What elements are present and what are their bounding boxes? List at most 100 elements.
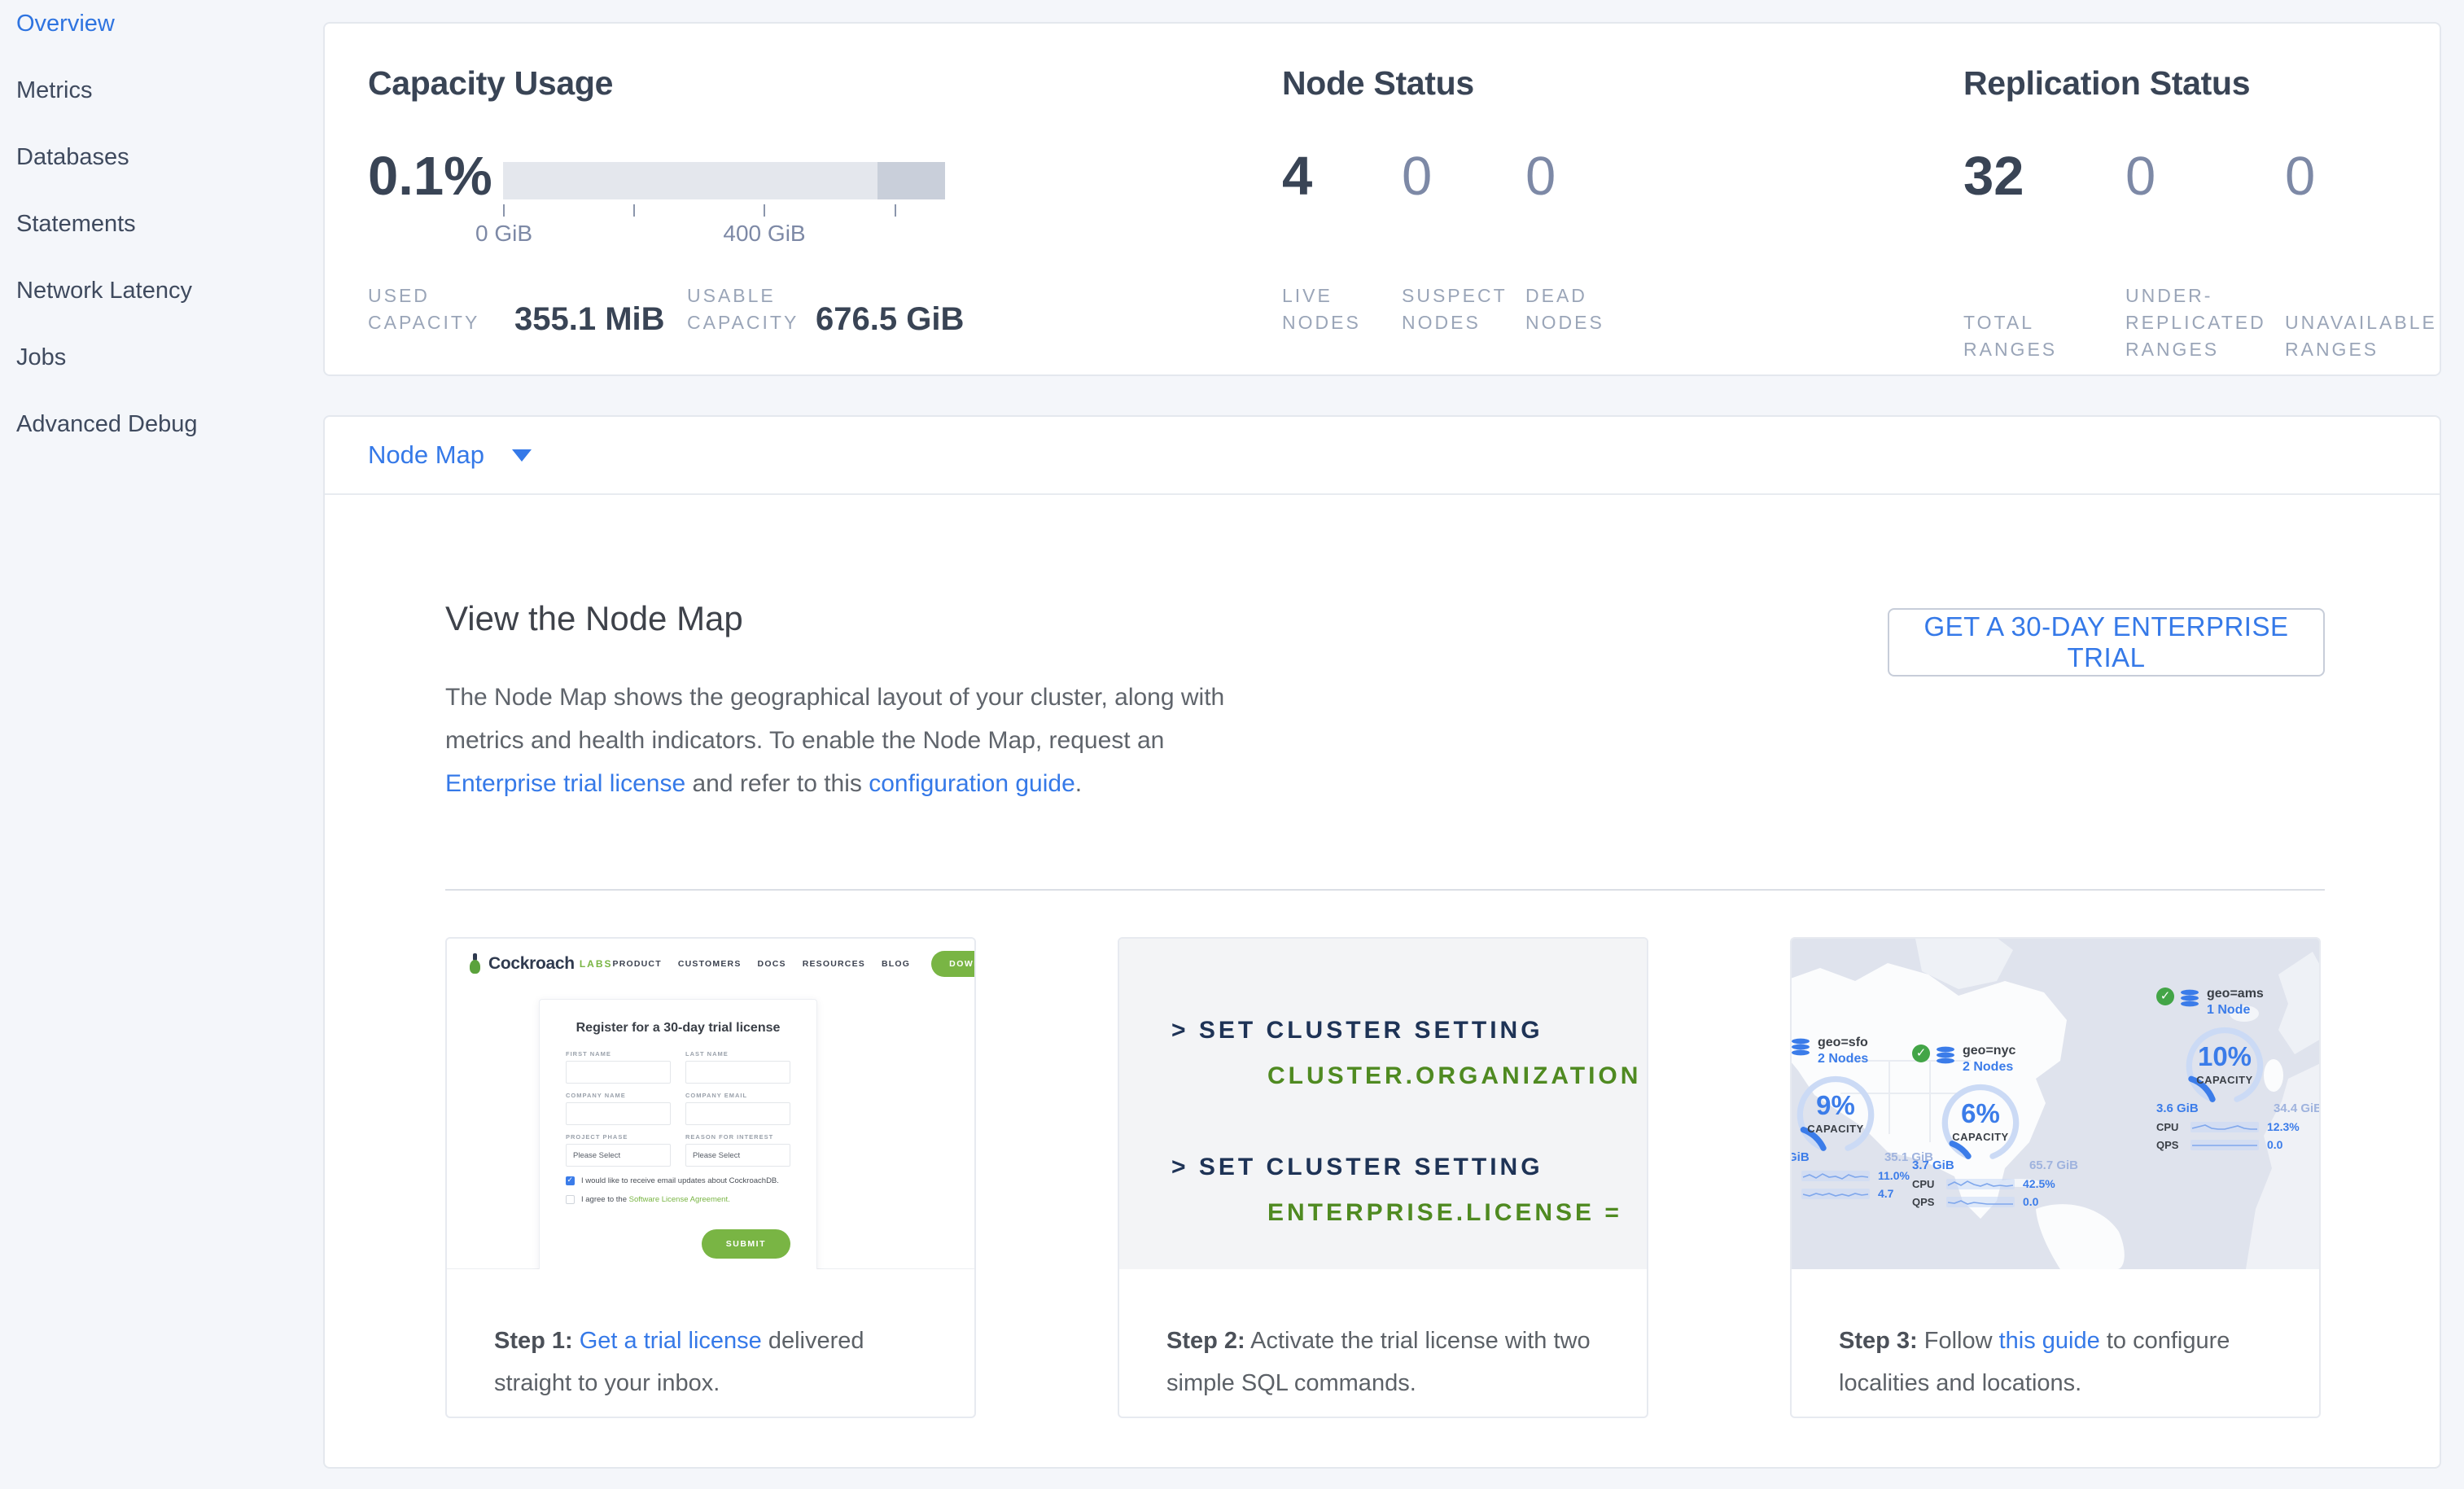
qps-label: QPS	[1912, 1196, 1946, 1208]
cpu-value: 12.3%	[2267, 1120, 2300, 1133]
node-map-panel: Node Map View the Node Map The Node Map …	[323, 415, 2441, 1469]
node-marker-ams: ✓ geo=ams 1 Node	[2156, 986, 2319, 1151]
page-title: View the Node Map	[445, 599, 743, 638]
description-text: The Node Map shows the geographical layo…	[445, 684, 1224, 754]
step2-caption: Step 2: Activate the trial license with …	[1119, 1269, 1647, 1404]
qps-value: 0.0	[2023, 1195, 2038, 1208]
enterprise-trial-license-link[interactable]: Enterprise trial license	[445, 770, 685, 797]
sidebar-item-statements[interactable]: Statements	[16, 212, 322, 236]
locality-name: geo=ams	[2207, 986, 2264, 1002]
capacity-percent: 0.1%	[368, 147, 492, 206]
sql-set-cluster-setting-1: > SET CLUSTER SETTING	[1171, 1017, 1647, 1044]
step1-text	[573, 1328, 580, 1354]
used-capacity-value: 355.1 MiB	[514, 302, 687, 336]
capacity-axis-ticks	[503, 204, 945, 217]
node-marker-nyc: ✓ geo=nyc 2 Nodes	[1912, 1043, 2107, 1208]
qps-sparkline	[2190, 1139, 2259, 1151]
dead-nodes-label: DEAD NODES	[1525, 282, 1631, 336]
sidebar-item-advanced-debug[interactable]: Advanced Debug	[16, 412, 322, 436]
step1-screenshot: Cockroach LABS PRODUCT CUSTOMERS DOCS RE…	[447, 939, 974, 1269]
step3-map-preview: ✓ geo=sfo 2 Nodes	[1792, 939, 2319, 1269]
sidebar-item-overview[interactable]: Overview	[16, 11, 322, 36]
usable-capacity-label: USABLE CAPACITY	[687, 282, 816, 336]
mini-download-button: DOWNLOAD	[931, 951, 974, 977]
unavailable-ranges-value: 0	[2285, 147, 2315, 206]
chevron-down-icon	[512, 449, 532, 462]
capacity-label: CAPACITY	[1927, 1131, 2034, 1143]
cpu-label: CPU	[1912, 1178, 1946, 1190]
view-selector-dropdown[interactable]: Node Map	[325, 417, 2440, 495]
qps-value: 4.7	[1878, 1187, 1893, 1200]
qps-sparkline	[1801, 1188, 1870, 1200]
step3-label: Step 3:	[1839, 1328, 1918, 1354]
cpu-value: 42.5%	[2023, 1177, 2055, 1190]
usable-capacity-value: 676.5 GiB	[816, 302, 964, 336]
node-count: 1 Node	[2207, 1002, 2264, 1018]
qps-label: QPS	[2156, 1139, 2190, 1151]
capacity-total: 65.7 GiB	[2029, 1158, 2078, 1172]
sidebar-item-network-latency[interactable]: Network Latency	[16, 278, 322, 303]
mini-nav-resources: RESOURCES	[803, 959, 865, 969]
capacity-bar-track	[503, 162, 945, 199]
cpu-value: 11.0%	[1878, 1169, 1910, 1182]
capacity-percent: 9%	[1792, 1090, 1889, 1121]
mini-project-phase-label: PROJECT PHASE	[566, 1133, 671, 1141]
cluster-overview-card: Capacity Usage 0.1% 0 GiB 400 GiB USED C…	[323, 22, 2441, 376]
mini-company-name-label: COMPANY NAME	[566, 1092, 671, 1099]
locality-name: geo=nyc	[1963, 1043, 2015, 1059]
configuration-guide-link[interactable]: configuration guide	[869, 770, 1075, 797]
mini-submit-button: SUBMIT	[702, 1229, 790, 1259]
cockroach-labs-logo: Cockroach LABS	[468, 953, 613, 974]
sql-cluster-organization: CLUSTER.ORGANIZATION =	[1267, 1062, 1647, 1090]
used-capacity-label: USED CAPACITY	[368, 282, 514, 336]
mini-last-name-label: LAST NAME	[685, 1050, 790, 1058]
mini-nav-product: PRODUCT	[613, 959, 662, 969]
database-icon	[1792, 1038, 1811, 1058]
capacity-label: CAPACITY	[2171, 1074, 2278, 1086]
sidebar-item-jobs[interactable]: Jobs	[16, 345, 322, 370]
dead-nodes-value: 0	[1525, 147, 1556, 206]
step2-label: Step 2:	[1166, 1328, 1245, 1354]
node-map-description: The Node Map shows the geographical layo…	[445, 676, 1243, 805]
qps-label: QPS	[1792, 1188, 1801, 1200]
sql-enterprise-license: ENTERPRISE.LICENSE =	[1267, 1199, 1647, 1227]
steps-row: Cockroach LABS PRODUCT CUSTOMERS DOCS RE…	[445, 937, 2321, 1418]
cpu-sparkline	[1801, 1170, 1870, 1182]
live-nodes-value: 4	[1282, 147, 1402, 206]
mini-nav-blog: BLOG	[882, 959, 910, 969]
get-trial-license-link[interactable]: Get a trial license	[580, 1328, 762, 1354]
qps-sparkline	[1946, 1196, 2015, 1208]
mini-agree-label: I agree to the Software License Agreemen…	[581, 1195, 730, 1204]
cpu-label: CPU	[2156, 1121, 2190, 1133]
live-nodes-label: LIVE NODES	[1282, 282, 1402, 336]
sidebar-item-databases[interactable]: Databases	[16, 145, 322, 169]
mini-updates-checkbox	[566, 1176, 575, 1185]
capacity-bar: 0 GiB 400 GiB	[503, 162, 945, 248]
total-ranges-value: 32	[1963, 147, 2125, 206]
sidebar-item-metrics[interactable]: Metrics	[16, 78, 322, 103]
replication-status-title: Replication Status	[1963, 64, 2250, 103]
sql-set-cluster-setting-2: > SET CLUSTER SETTING	[1171, 1154, 1647, 1181]
description-text: .	[1075, 770, 1082, 797]
node-healthy-icon: ✓	[2156, 988, 2174, 1005]
capacity-usage-title: Capacity Usage	[368, 64, 613, 103]
step1-caption: Step 1: Get a trial license delivered st…	[447, 1269, 974, 1404]
get-enterprise-trial-button[interactable]: GET A 30-DAY ENTERPRISE TRIAL	[1888, 608, 2325, 677]
database-icon	[2179, 989, 2200, 1009]
suspect-nodes-value: 0	[1402, 147, 1525, 206]
mini-company-email-label: COMPANY EMAIL	[685, 1092, 790, 1099]
brand-suffix: LABS	[580, 958, 613, 970]
node-count: 2 Nodes	[1818, 1051, 1868, 1067]
cpu-label: CPU	[1792, 1170, 1801, 1182]
mini-company-email-input	[685, 1102, 790, 1125]
step1-label: Step 1:	[494, 1328, 573, 1354]
capacity-label: CAPACITY	[1792, 1123, 1889, 1135]
this-guide-link[interactable]: this guide	[1999, 1328, 2100, 1354]
capacity-tick-400: 400 GiB	[723, 221, 805, 247]
brand-name: Cockroach	[488, 954, 575, 974]
node-healthy-icon: ✓	[1912, 1044, 1930, 1062]
under-replicated-ranges-value: 0	[2125, 147, 2285, 206]
cockroach-bug-icon	[468, 953, 482, 974]
locality-name: geo=sfo	[1818, 1035, 1868, 1051]
capacity-total: 34.4 GiB	[2274, 1101, 2319, 1115]
